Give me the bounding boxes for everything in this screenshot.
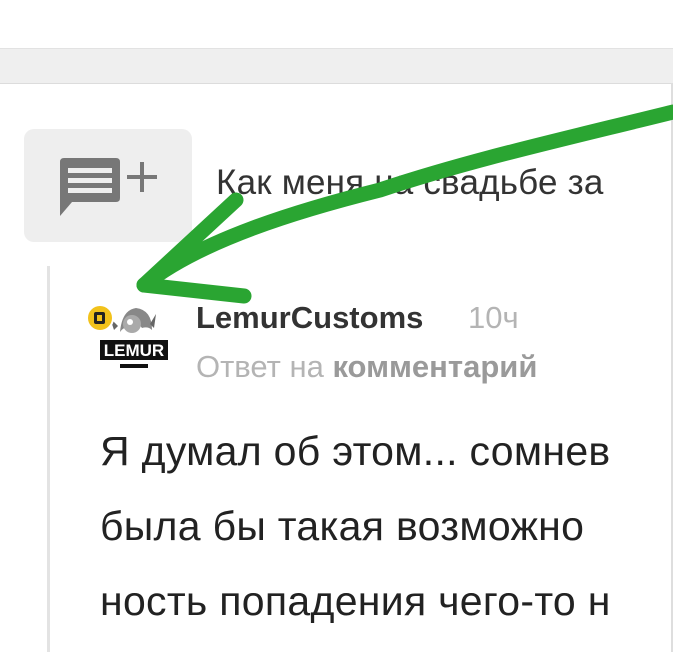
comment-body-line-1: Я думал об этом... сомнев [100,428,611,474]
comment-username[interactable]: LemurCustoms [196,300,423,336]
post-title[interactable]: Как меня на свадьбе за [216,163,604,203]
comment-body-line-2: была бы такая возможно [100,503,585,549]
reply-link[interactable]: комментарий [332,349,537,384]
thread-line [47,266,50,652]
top-bar [0,0,673,48]
add-comment-button[interactable] [24,129,192,242]
add-comment-icon [58,158,157,216]
comment-time: 10ч [468,300,519,335]
comment-body-line-3: ность попадения чего-то н [100,578,611,624]
reply-prefix: Ответ на [196,349,333,384]
section-divider [0,48,673,84]
reply-to-line: Ответ на комментарий [196,349,537,385]
document-badge-icon [86,304,114,332]
avatar-logo-text: LEMUR [104,341,164,360]
